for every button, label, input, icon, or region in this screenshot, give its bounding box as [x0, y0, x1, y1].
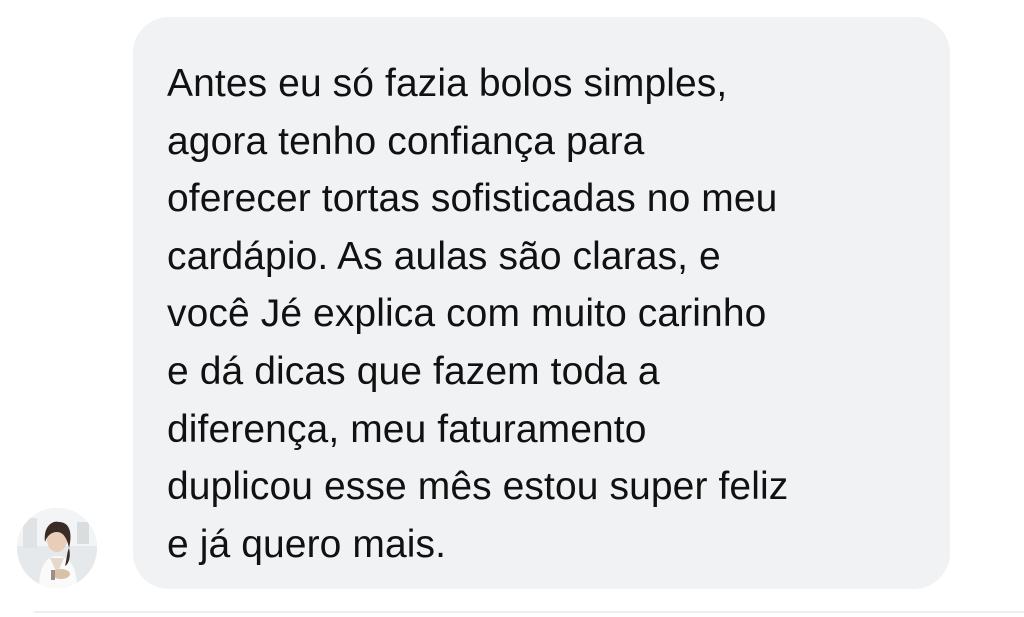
message-text: Antes eu só fazia bolos simples, agora t… [167, 62, 789, 566]
received-message-row: Antes eu só fazia bolos simples, agora t… [0, 0, 1024, 600]
avatar[interactable] [17, 508, 97, 588]
chat-screen: Antes eu só fazia bolos simples, agora t… [0, 0, 1024, 617]
avatar-photo-icon [17, 508, 97, 588]
divider [34, 611, 1024, 613]
message-bubble[interactable]: Antes eu só fazia bolos simples, agora t… [133, 17, 950, 589]
